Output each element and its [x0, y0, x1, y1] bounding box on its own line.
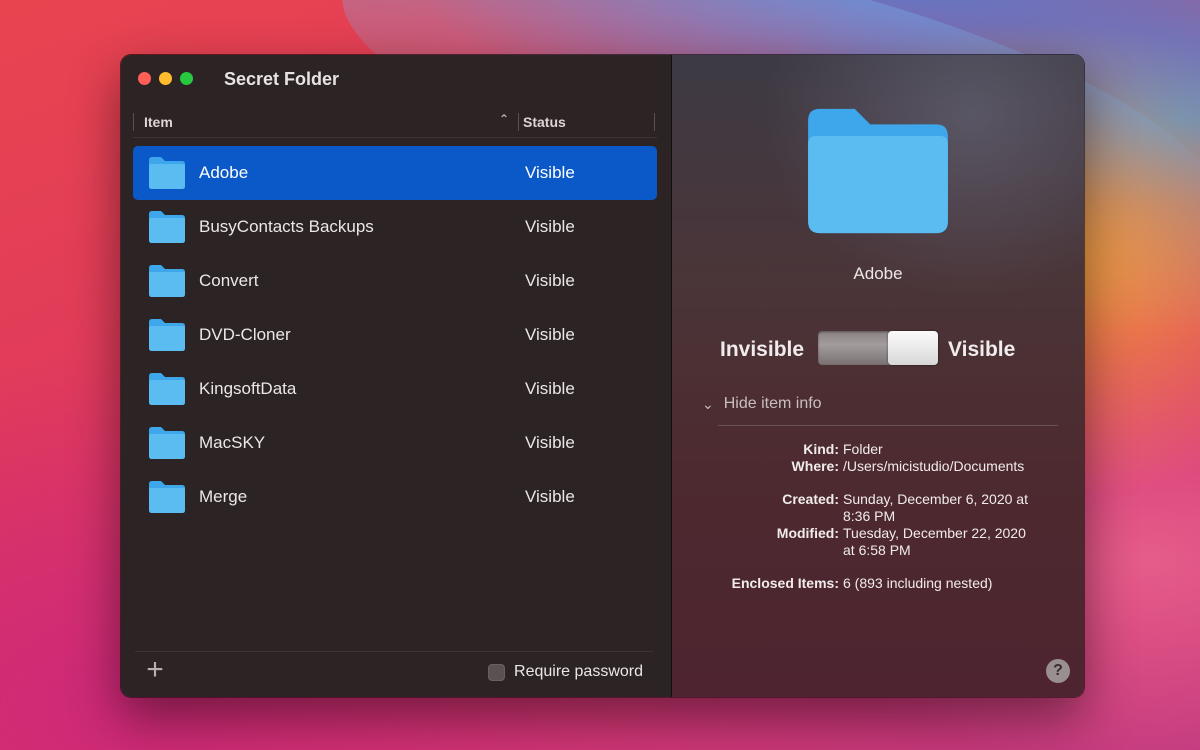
- column-header: Item ⌃ Status: [133, 111, 657, 138]
- modified-value-line1: Tuesday, December 22, 2020: [843, 525, 1026, 541]
- sort-ascending-icon[interactable]: ⌃: [499, 112, 509, 126]
- hide-item-info-label: Hide item info: [723, 395, 822, 412]
- item-detail-pane: Adobe Invisible Visible ⌄ Hide item info…: [672, 55, 1084, 697]
- where-value: /Users/micistudio/Documents: [843, 458, 1025, 474]
- item-name: BusyContacts Backups: [199, 217, 374, 236]
- add-item-button[interactable]: +: [143, 655, 167, 685]
- list-item[interactable]: Adobe Visible: [133, 146, 657, 200]
- folder-icon: [147, 480, 187, 519]
- info-divider: [718, 425, 1058, 426]
- list-item[interactable]: Convert Visible: [133, 254, 657, 308]
- item-status: Visible: [525, 271, 575, 290]
- help-button[interactable]: ?: [1046, 659, 1070, 683]
- folder-icon: [147, 318, 187, 357]
- folder-icon: [147, 372, 187, 411]
- column-header-status[interactable]: Status: [523, 114, 566, 130]
- where-label: Where:: [791, 458, 839, 474]
- minimize-button[interactable]: [159, 72, 172, 85]
- kind-label: Kind:: [803, 441, 839, 457]
- footer-divider: [135, 651, 653, 652]
- item-status: Visible: [525, 487, 575, 506]
- toggle-knob[interactable]: [888, 331, 938, 365]
- item-list: Adobe Visible BusyContacts Backups Visib…: [133, 146, 657, 524]
- item-status: Visible: [525, 217, 575, 236]
- visible-label[interactable]: Visible: [948, 338, 1015, 362]
- window-controls: [138, 72, 193, 85]
- require-password-label: Require password: [514, 663, 643, 680]
- window-title: Secret Folder: [224, 69, 340, 89]
- folder-icon: [147, 210, 187, 249]
- modified-value-line2: at 6:58 PM: [843, 542, 911, 558]
- item-status: Visible: [525, 433, 575, 452]
- large-folder-icon: [800, 105, 956, 242]
- list-item[interactable]: BusyContacts Backups Visible: [133, 200, 657, 254]
- require-password-checkbox[interactable]: [488, 663, 506, 681]
- chevron-down-icon[interactable]: ⌄: [702, 396, 714, 413]
- item-name: MacSKY: [199, 433, 266, 452]
- item-status: Visible: [525, 379, 575, 398]
- require-password-option[interactable]: Require password: [488, 663, 643, 681]
- folder-icon: [147, 156, 187, 195]
- zoom-button[interactable]: [180, 72, 193, 85]
- list-item[interactable]: MacSKY Visible: [133, 416, 657, 470]
- hide-item-info-disclosure[interactable]: ⌄ Hide item info: [702, 395, 822, 413]
- created-value-line2: 8:36 PM: [843, 508, 896, 524]
- kind-value: Folder: [843, 441, 883, 457]
- column-header-item[interactable]: Item: [144, 114, 173, 130]
- item-name: Merge: [199, 487, 248, 506]
- created-label: Created:: [782, 491, 839, 507]
- list-item[interactable]: DVD-Cloner Visible: [133, 308, 657, 362]
- close-button[interactable]: [138, 72, 151, 85]
- folder-icon: [147, 426, 187, 465]
- list-item[interactable]: Merge Visible: [133, 470, 657, 524]
- visibility-toggle-row: Invisible Visible: [672, 331, 1084, 367]
- enclosed-items-value: 6 (893 including nested): [843, 575, 993, 591]
- item-name: KingsoftData: [199, 379, 297, 398]
- item-name: Adobe: [199, 163, 249, 182]
- enclosed-items-label: Enclosed Items:: [731, 575, 839, 591]
- item-name: DVD-Cloner: [199, 325, 291, 344]
- visibility-toggle[interactable]: [818, 331, 938, 365]
- list-item[interactable]: KingsoftData Visible: [133, 362, 657, 416]
- folder-icon: [147, 264, 187, 303]
- modified-label: Modified:: [776, 525, 839, 541]
- item-status: Visible: [525, 163, 575, 182]
- item-list-pane: Secret Folder Item ⌃ Status Adobe Visibl…: [121, 55, 672, 697]
- selected-item-name: Adobe: [853, 264, 903, 283]
- item-status: Visible: [525, 325, 575, 344]
- app-window: Secret Folder Item ⌃ Status Adobe Visibl…: [120, 54, 1085, 698]
- item-name: Convert: [199, 271, 259, 290]
- column-separator: [133, 113, 134, 131]
- created-value-line1: Sunday, December 6, 2020 at: [843, 491, 1028, 507]
- invisible-label[interactable]: Invisible: [720, 338, 804, 362]
- column-separator[interactable]: [518, 113, 519, 131]
- column-separator[interactable]: [654, 113, 655, 131]
